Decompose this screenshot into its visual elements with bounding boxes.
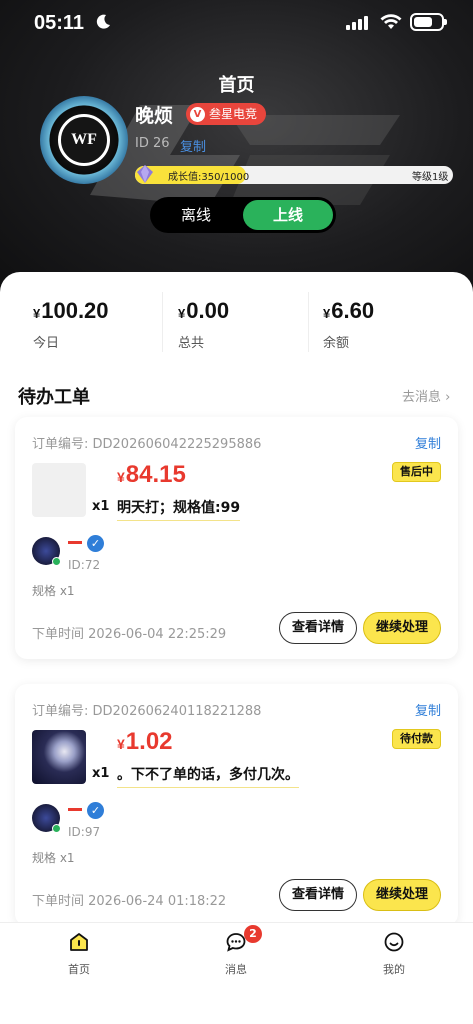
stat-today: ¥100.20 今日 bbox=[33, 298, 109, 351]
stat-label: 余额 bbox=[323, 336, 350, 351]
user-id: ID 26 bbox=[135, 136, 170, 151]
moon-icon bbox=[96, 14, 110, 29]
user-avatar[interactable]: WF bbox=[40, 96, 128, 184]
gem-icon bbox=[137, 165, 153, 183]
order-number: 订单编号: DD202606042225295886 bbox=[32, 437, 262, 452]
club-badge-label: 叁星电竞 bbox=[209, 107, 258, 121]
divider bbox=[162, 292, 163, 352]
status-bar: 05:11 bbox=[0, 0, 473, 50]
club-badge: V 叁星电竞 bbox=[186, 103, 267, 125]
currency-symbol: ¥ bbox=[117, 469, 125, 485]
stat-amount: 6.60 bbox=[331, 298, 375, 323]
page-title: 首页 bbox=[218, 75, 255, 96]
home-icon bbox=[70, 933, 88, 951]
tab-label: 消息 bbox=[225, 963, 247, 976]
club-badge-icon: V bbox=[190, 106, 205, 122]
status-badge: 待付款 bbox=[392, 729, 441, 749]
order-price: ¥84.15 bbox=[117, 461, 186, 489]
order-price: ¥1.02 bbox=[117, 728, 173, 756]
stat-amount: 100.20 bbox=[41, 298, 109, 323]
online-status-dot bbox=[52, 557, 61, 566]
verified-icon: ✓ bbox=[87, 535, 104, 552]
stat-label: 总共 bbox=[178, 336, 205, 351]
toggle-offline[interactable]: 离线 bbox=[150, 197, 242, 233]
buyer-name bbox=[68, 541, 82, 544]
currency-symbol: ¥ bbox=[178, 306, 186, 321]
order-quantity: x1 bbox=[92, 766, 110, 781]
avatar-logo: WF bbox=[58, 114, 110, 166]
copy-id-button[interactable]: 复制 bbox=[180, 136, 206, 155]
stat-total: ¥0.00 总共 bbox=[178, 298, 229, 351]
view-details-button[interactable]: 查看详情 bbox=[279, 612, 357, 644]
stat-balance: ¥6.60 余额 bbox=[323, 298, 374, 351]
tab-home[interactable]: 首页 bbox=[39, 931, 119, 977]
currency-symbol: ¥ bbox=[323, 306, 331, 321]
buyer-id: ID:72 bbox=[68, 558, 101, 572]
online-status-dot bbox=[52, 824, 61, 833]
unread-badge: 2 bbox=[244, 925, 262, 943]
toggle-online[interactable]: 上线 bbox=[243, 200, 333, 230]
product-thumbnail[interactable] bbox=[32, 730, 86, 784]
divider bbox=[308, 292, 309, 352]
tab-profile[interactable]: 我的 bbox=[354, 931, 434, 977]
order-quantity: x1 bbox=[92, 499, 110, 514]
order-time: 下单时间 2026-06-24 01:18:22 bbox=[32, 894, 227, 909]
online-toggle[interactable]: 离线 上线 bbox=[150, 197, 336, 233]
section-title: 待办工单 bbox=[18, 387, 90, 408]
order-spec: 规格 x1 bbox=[32, 851, 75, 865]
price-value: 84.15 bbox=[125, 461, 186, 488]
copy-order-button[interactable]: 复制 bbox=[415, 433, 441, 452]
buyer-name bbox=[68, 808, 82, 811]
buyer-id: ID:97 bbox=[68, 825, 101, 839]
view-details-button[interactable]: 查看详情 bbox=[279, 879, 357, 911]
currency-symbol: ¥ bbox=[117, 736, 125, 752]
price-value: 1.02 bbox=[125, 728, 173, 755]
status-time: 05:11 bbox=[34, 12, 85, 34]
product-thumbnail[interactable] bbox=[32, 463, 86, 517]
stat-amount: 0.00 bbox=[186, 298, 230, 323]
order-card[interactable]: 订单编号: DD202606240118221288 复制 x1 ¥1.02 。… bbox=[15, 684, 458, 926]
profile-icon bbox=[384, 932, 404, 952]
order-card[interactable]: 订单编号: DD202606042225295886 复制 x1 ¥84.15 … bbox=[15, 417, 458, 659]
verified-icon: ✓ bbox=[87, 802, 104, 819]
tab-messages[interactable]: 2 消息 bbox=[196, 925, 276, 977]
stat-label: 今日 bbox=[33, 336, 60, 351]
wifi-icon bbox=[380, 14, 402, 29]
copy-order-button[interactable]: 复制 bbox=[415, 700, 441, 719]
bottom-tab-bar: 首页 2 消息 我的 bbox=[0, 922, 473, 1024]
status-badge: 售后中 bbox=[392, 462, 441, 482]
tab-label: 首页 bbox=[68, 963, 90, 976]
currency-symbol: ¥ bbox=[33, 306, 41, 321]
continue-process-button[interactable]: 继续处理 bbox=[363, 879, 441, 911]
go-messages-link[interactable]: 去消息 › bbox=[402, 386, 450, 405]
order-spec: 规格 x1 bbox=[32, 584, 75, 598]
order-description: 。下不了单的话，多付几次。 bbox=[117, 764, 299, 788]
level-label: 等级1级 bbox=[412, 172, 449, 183]
order-description: 明天打；规格值:99 bbox=[117, 497, 241, 521]
user-name: 晚烦 bbox=[135, 105, 174, 127]
signal-icon bbox=[346, 16, 368, 30]
battery-icon bbox=[410, 13, 447, 31]
growth-value: 成长值:350/1000 bbox=[168, 172, 250, 183]
order-time: 下单时间 2026-06-04 22:25:29 bbox=[32, 627, 227, 642]
tab-label: 我的 bbox=[383, 963, 405, 976]
order-number: 订单编号: DD202606240118221288 bbox=[32, 704, 262, 719]
continue-process-button[interactable]: 继续处理 bbox=[363, 612, 441, 644]
